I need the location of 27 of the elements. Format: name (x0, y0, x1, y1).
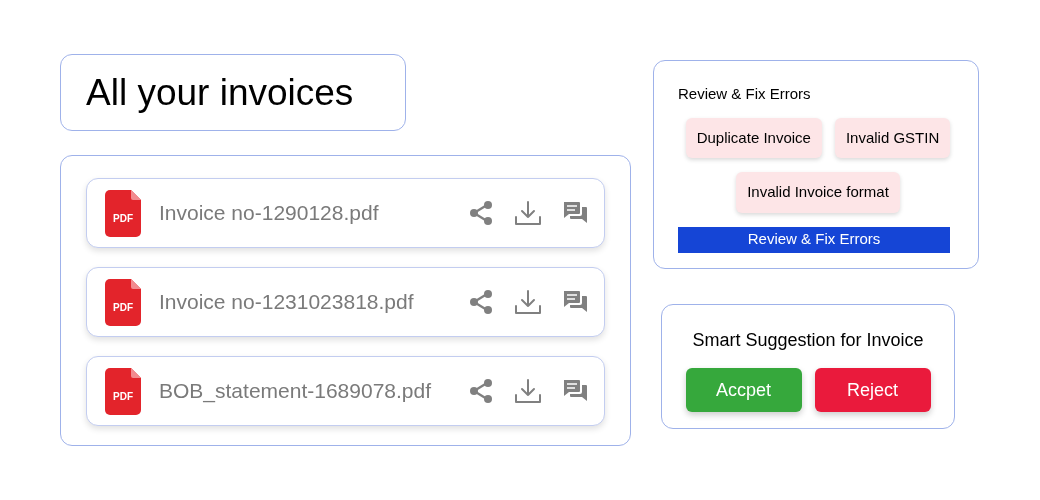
share-icon[interactable] (468, 289, 494, 315)
error-tag: Invalid Invoice format (736, 172, 900, 213)
download-icon[interactable] (514, 200, 542, 226)
file-row[interactable]: PDF Invoice no-1290128.pdf (86, 178, 605, 248)
card-title: Smart Suggestion for Invoice (692, 329, 924, 352)
file-name: BOB_statement-1689078.pdf (159, 378, 431, 405)
download-icon[interactable] (514, 378, 542, 404)
file-row[interactable]: PDF BOB_statement-1689078.pdf (86, 356, 605, 426)
card-title: Review & Fix Errors (678, 84, 812, 104)
file-row[interactable]: PDF Invoice no-1231023818.pdf (86, 267, 605, 337)
page-title: All your invoices (86, 74, 354, 111)
error-tag: Invalid GSTIN (834, 117, 951, 158)
error-tag: Duplicate Invoice (685, 117, 822, 158)
chat-icon[interactable] (562, 379, 588, 403)
share-icon[interactable] (468, 378, 494, 404)
pdf-file-icon: PDF (105, 278, 141, 326)
file-name: Invoice no-1231023818.pdf (159, 289, 414, 316)
pdf-file-icon: PDF (105, 189, 141, 237)
pdf-file-icon: PDF (105, 367, 141, 415)
share-icon[interactable] (468, 200, 494, 226)
file-name: Invoice no-1290128.pdf (159, 200, 379, 227)
accept-button[interactable]: Accpet (685, 368, 802, 412)
chat-icon[interactable] (562, 201, 588, 225)
chat-icon[interactable] (562, 290, 588, 314)
review-errors-button[interactable]: Review & Fix Errors (678, 226, 950, 253)
download-icon[interactable] (514, 289, 542, 315)
reject-button[interactable]: Reject (814, 368, 931, 412)
